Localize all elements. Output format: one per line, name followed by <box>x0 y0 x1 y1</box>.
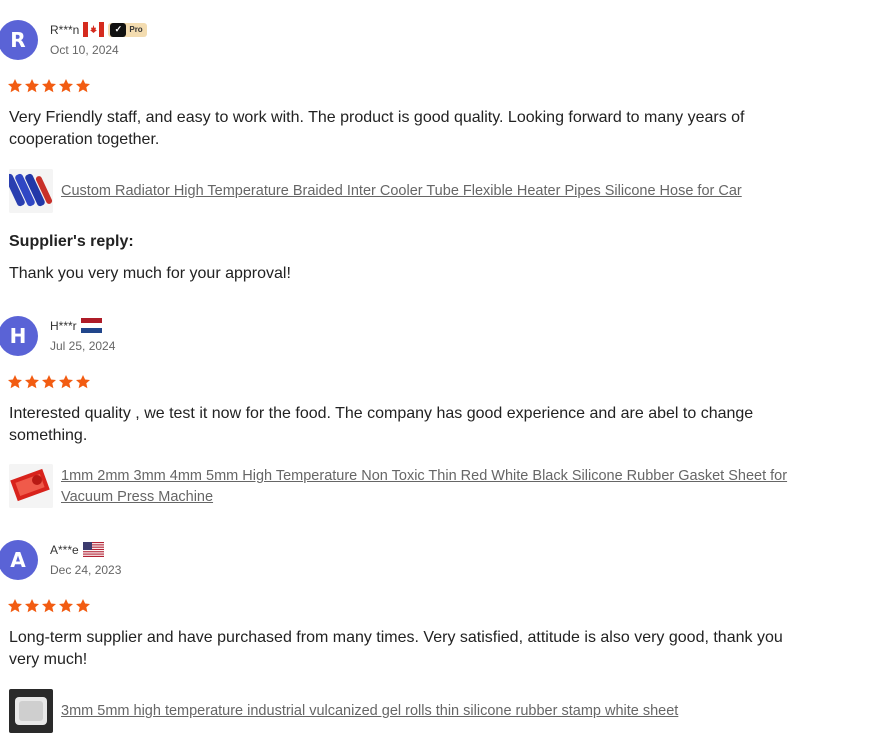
star-icon <box>76 599 90 613</box>
star-rating <box>7 598 91 614</box>
product-thumbnail[interactable] <box>9 689 53 733</box>
star-icon <box>76 375 90 389</box>
review-date: Jul 25, 2024 <box>50 339 116 353</box>
star-rating <box>7 78 91 94</box>
star-icon <box>25 599 39 613</box>
star-icon <box>25 79 39 93</box>
product-link[interactable]: 1mm 2mm 3mm 4mm 5mm High Temperature Non… <box>61 466 811 508</box>
star-icon <box>42 375 56 389</box>
reviewer-name: R***n <box>50 22 80 37</box>
avatar: A <box>0 540 38 580</box>
avatar: R <box>0 20 38 60</box>
star-icon <box>8 79 22 93</box>
pro-badge: ✓ Pro <box>108 22 147 37</box>
verified-check-icon: ✓ <box>110 22 127 37</box>
star-icon <box>59 375 73 389</box>
product-thumbnail[interactable] <box>9 464 53 508</box>
review-text: Long-term supplier and have purchased fr… <box>9 629 783 668</box>
badge-label: Pro <box>129 25 143 34</box>
star-icon <box>8 599 22 613</box>
usa-flag-icon <box>82 542 104 557</box>
review-text: Very Friendly staff, and easy to work wi… <box>9 109 745 148</box>
star-icon <box>42 79 56 93</box>
star-icon <box>8 375 22 389</box>
reviewer-name: A***e <box>50 542 79 557</box>
star-icon <box>42 599 56 613</box>
star-icon <box>59 79 73 93</box>
supplier-reply-title: Supplier's reply: <box>9 233 134 250</box>
product-thumbnail[interactable] <box>9 169 53 213</box>
star-icon <box>25 375 39 389</box>
reviewer-name: H***r <box>50 318 77 333</box>
star-icon <box>76 79 90 93</box>
product-link[interactable]: Custom Radiator High Temperature Braided… <box>61 181 811 202</box>
star-rating <box>7 374 91 390</box>
review-date: Dec 24, 2023 <box>50 563 122 577</box>
star-icon <box>59 599 73 613</box>
avatar: H <box>0 316 38 356</box>
review-text: Interested quality , we test it now for … <box>9 405 754 444</box>
supplier-reply-text: Thank you very much for your approval! <box>9 265 291 282</box>
netherlands-flag-icon <box>80 318 102 333</box>
review-date: Oct 10, 2024 <box>50 43 119 57</box>
canada-flag-icon <box>83 22 105 37</box>
product-link[interactable]: 3mm 5mm high temperature industrial vulc… <box>61 701 811 722</box>
